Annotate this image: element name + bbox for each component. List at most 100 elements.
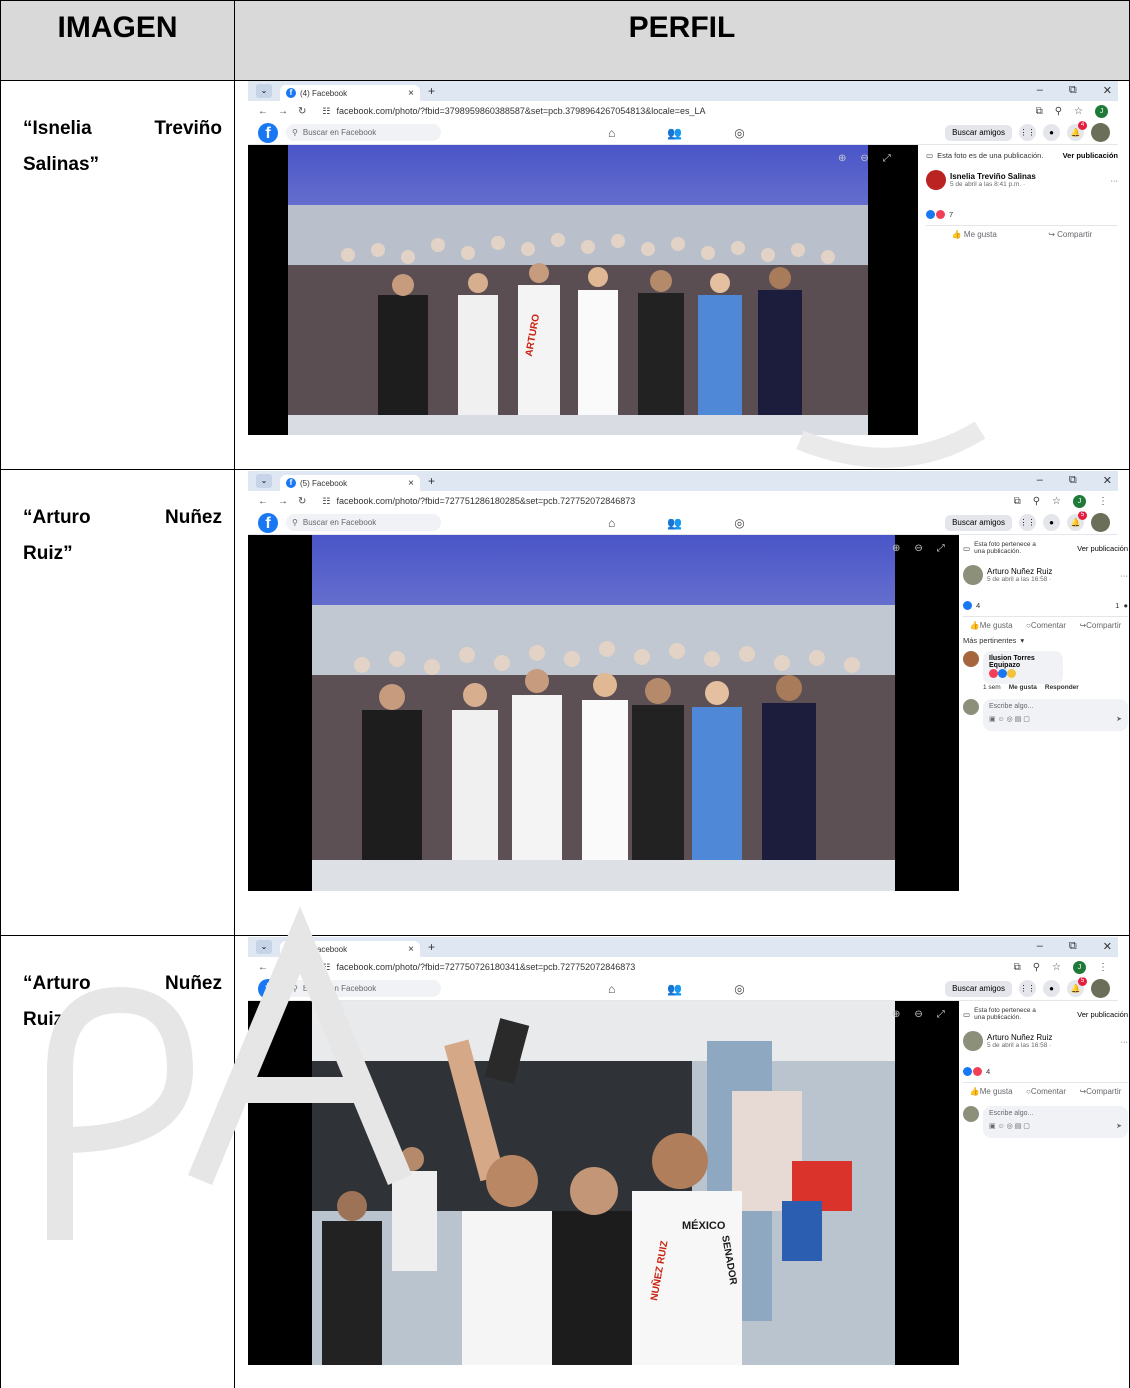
close-tab-icon[interactable]: × [408,88,414,99]
grid-menu-icon[interactable]: ⋮⋮ [1019,980,1036,997]
ver-publicacion-link[interactable]: Ver publicación [1077,544,1128,553]
forward-icon[interactable]: → [278,106,288,117]
zoom-out-icon[interactable]: ⊖ [914,1009,922,1020]
author-avatar[interactable] [926,170,946,190]
account-avatar[interactable] [1091,123,1110,142]
comment-tools-icons[interactable]: ▣ ☺ ◎ ▤ ▢ ➤ [989,715,1122,723]
more-icon[interactable]: ··· [1121,571,1129,580]
commenter-avatar[interactable] [963,651,979,667]
home-icon[interactable]: ⌂ [608,126,615,140]
sort-comments-dropdown[interactable]: Más pertinentes [963,636,1016,645]
share-button[interactable]: ↪Compartir [1079,1087,1121,1096]
facebook-logo-icon[interactable]: f [258,512,278,533]
close-window-icon[interactable]: ✕ [1103,474,1112,487]
tab-search-icon[interactable]: ⌄ [256,84,272,98]
post-date[interactable]: 5 de abril a las 8:41 p.m. · [950,181,1036,188]
profile-icon[interactable]: J [1073,960,1086,974]
fullscreen-icon[interactable]: ⤢ [937,543,945,554]
restore-icon[interactable]: ⧉ [1069,940,1077,953]
messenger-icon[interactable]: ● [1043,980,1060,997]
share-button[interactable]: ↪Compartir [1079,621,1121,630]
reaction-count[interactable]: 4 [976,601,980,610]
messenger-icon[interactable]: ● [1043,124,1060,141]
cast-icon[interactable]: ⧉ [1014,962,1021,973]
messenger-icon[interactable]: ● [1043,514,1060,531]
share-button[interactable]: ↪ Compartir [1048,230,1092,239]
url-text[interactable]: facebook.com/photo/?fbid=727751286180285… [336,496,635,506]
commenter-name[interactable]: Ilusion Torres Equipazo [989,655,1057,669]
home-icon[interactable]: ⌂ [608,982,615,996]
profile-icon[interactable]: J [1073,494,1086,508]
back-icon[interactable]: ← [258,496,268,507]
comment-like-link[interactable]: Me gusta [1009,684,1037,691]
author-avatar[interactable] [963,565,983,585]
comment-count[interactable]: 1 [1115,601,1119,610]
cast-icon[interactable]: ⧉ [1014,496,1021,507]
profile-icon[interactable]: J [1095,104,1108,118]
reactions-icon[interactable] [963,601,972,610]
tab-search-icon[interactable]: ⌄ [256,940,272,954]
close-tab-icon[interactable]: × [408,944,414,955]
zoom-in-icon[interactable]: ⊕ [892,543,900,554]
close-tab-icon[interactable]: × [408,478,414,489]
my-avatar[interactable] [963,1106,979,1122]
reload-icon[interactable]: ↻ [298,106,306,117]
more-icon[interactable]: ··· [1111,176,1119,185]
reload-icon[interactable]: ↻ [298,496,306,507]
author-name[interactable]: Arturo Nuñez Ruiz [987,1033,1052,1042]
grid-menu-icon[interactable]: ⋮⋮ [1019,124,1036,141]
new-tab-icon[interactable]: + [428,84,435,98]
bookmark-star-icon[interactable]: ☆ [1052,962,1061,973]
restore-icon[interactable]: ⧉ [1069,474,1077,487]
search-input[interactable]: ⚲ Buscar en Facebook [286,124,441,141]
forward-icon[interactable]: → [278,496,288,507]
reactions-icon[interactable] [963,1067,982,1076]
like-button[interactable]: 👍Me gusta [970,1087,1013,1096]
grid-menu-icon[interactable]: ⋮⋮ [1019,514,1036,531]
comment-input[interactable]: Escribe algo... ▣ ☺ ◎ ▤ ▢ ➤ [983,1106,1128,1138]
comment-button[interactable]: ○Comentar [1026,621,1066,630]
buscar-amigos-button[interactable]: Buscar amigos [945,980,1012,997]
author-name[interactable]: Isnelia Treviño Salinas [950,172,1036,181]
bell-icon[interactable]: 🔔 5 [1067,511,1087,531]
zoom-in-icon[interactable]: ⊕ [892,1009,900,1020]
my-avatar[interactable] [963,699,979,715]
comment-input[interactable]: Escribe algo... ▣ ☺ ◎ ▤ ▢ ➤ [983,699,1128,731]
groups-icon[interactable]: ◎ [734,516,744,530]
zoom-out-icon[interactable]: ⊖ [914,543,922,554]
zoom-icon[interactable]: ⚲ [1033,962,1040,973]
fullscreen-icon[interactable]: ⤢ [883,153,891,164]
search-input[interactable]: ⚲ Buscar en Facebook [286,514,441,531]
like-button[interactable]: 👍Me gusta [970,621,1013,630]
site-info-icon[interactable]: ☷ [322,106,330,117]
zoom-in-icon[interactable]: ⊕ [838,153,846,164]
buscar-amigos-button[interactable]: Buscar amigos [945,124,1012,141]
browser-tab[interactable]: f (4) Facebook × [280,85,420,101]
groups-icon[interactable]: ◎ [734,982,744,996]
minimize-icon[interactable]: – [1037,84,1043,97]
menu-icon[interactable]: ⋮ [1098,962,1108,973]
tab-search-icon[interactable]: ⌄ [256,474,272,488]
browser-tab[interactable]: f (5) Facebook × [280,941,420,957]
chevron-down-icon[interactable]: ▾ [1020,636,1024,645]
facebook-logo-icon[interactable]: f [258,122,278,143]
url-text[interactable]: facebook.com/photo/?fbid=379895986038858… [336,106,705,116]
site-info-icon[interactable]: ☷ [322,962,330,973]
bell-icon[interactable]: 🔔 5 [1067,977,1087,997]
author-name[interactable]: Arturo Nuñez Ruiz [987,567,1052,576]
author-avatar[interactable] [963,1031,983,1051]
cast-icon[interactable]: ⧉ [1036,106,1043,117]
friends-icon[interactable]: 👥 [667,516,682,530]
comment-tools-icons[interactable]: ▣ ☺ ◎ ▤ ▢ ➤ [989,1122,1122,1130]
browser-tab[interactable]: f (5) Facebook × [280,475,420,491]
restore-icon[interactable]: ⧉ [1069,84,1077,97]
fullscreen-icon[interactable]: ⤢ [937,1009,945,1020]
minimize-icon[interactable]: – [1037,474,1043,487]
close-window-icon[interactable]: ✕ [1103,940,1112,953]
bookmark-star-icon[interactable]: ☆ [1052,496,1061,507]
home-icon[interactable]: ⌂ [608,516,615,530]
buscar-amigos-button[interactable]: Buscar amigos [945,514,1012,531]
facebook-logo-icon[interactable]: f [258,978,278,999]
reaction-count[interactable]: 4 [986,1067,990,1076]
zoom-icon[interactable]: ⚲ [1055,106,1062,117]
